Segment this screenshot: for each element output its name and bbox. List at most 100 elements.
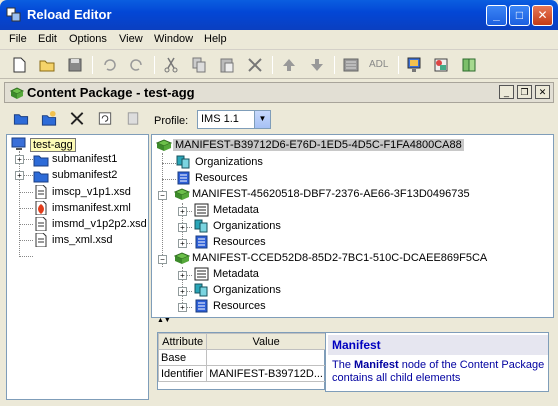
expand-toggle[interactable]: + [178, 287, 187, 296]
profile-bar: Profile: IMS 1.1 ▼ [151, 104, 554, 134]
tree-item-resources[interactable]: Resources [194, 235, 314, 251]
table-row[interactable]: Identifier MANIFEST-B39712D... [157, 365, 326, 382]
folder-icon [33, 155, 49, 167]
tree-item-resources[interactable]: Resources [176, 171, 296, 187]
expand-toggle[interactable]: + [178, 207, 187, 216]
properties-icon[interactable] [124, 110, 142, 127]
tree-item-organizations[interactable]: Organizations [176, 155, 296, 171]
resources-icon [177, 171, 190, 185]
package-green-icon [9, 87, 25, 99]
list-item[interactable]: ims_xml.xsd [33, 233, 148, 249]
pane-close-button[interactable]: ✕ [535, 85, 550, 99]
list-item[interactable]: imsmanifest.xml [33, 201, 148, 217]
organizations-icon [176, 155, 190, 169]
save-icon[interactable] [66, 56, 84, 74]
menu-view[interactable]: View [119, 33, 143, 45]
main-toolbar: ADL [0, 51, 558, 79]
menu-window[interactable]: Window [154, 33, 193, 45]
minimize-button[interactable]: _ [486, 5, 507, 26]
open-folder-icon[interactable] [12, 110, 30, 127]
expand-toggle[interactable]: + [15, 155, 24, 164]
new-folder-icon[interactable] [40, 110, 58, 127]
maximize-button[interactable]: □ [509, 5, 530, 26]
column-header-attribute[interactable]: Attribute [157, 333, 208, 350]
list-item[interactable]: imsmd_v1p2p2.xsd [33, 217, 148, 233]
splitter-arrows-icon[interactable]: ▲▼ [157, 317, 171, 324]
xsd-file-icon [35, 185, 47, 199]
profile-value: IMS 1.1 [201, 113, 239, 125]
content-package-title: Content Package - test-agg [27, 85, 195, 100]
cut-icon[interactable] [162, 56, 180, 74]
value-cell[interactable]: MANIFEST-B39712D... [206, 365, 326, 382]
folder-icon [33, 171, 49, 183]
menu-file[interactable]: File [9, 33, 27, 45]
xsd-file-icon [35, 217, 47, 231]
menu-options[interactable]: Options [69, 33, 107, 45]
expand-toggle[interactable]: + [15, 171, 24, 180]
submanifest-2[interactable]: MANIFEST-CCED52D8-85D2-7BC1-510C-DCAEE86… [174, 251, 494, 267]
undo-icon[interactable] [100, 56, 118, 74]
manifest-root[interactable]: MANIFEST-B39712D6-E76D-1ED5-4D5C-F1FA480… [156, 138, 464, 154]
move-down-icon[interactable] [308, 56, 326, 74]
tree-item-metadata[interactable]: Metadata [194, 267, 314, 283]
book-icon[interactable] [460, 56, 478, 74]
organizations-icon [194, 219, 208, 233]
help-panel: Manifest The Manifest node of the Conten… [325, 332, 549, 392]
list-item[interactable]: submanifest2 [33, 168, 143, 184]
manifest-pane: Profile: IMS 1.1 ▼ MANIFEST-B39712D6-E76… [151, 104, 554, 398]
close-button[interactable]: ✕ [532, 5, 553, 26]
xml-file-icon [35, 201, 47, 215]
tree-item-organizations[interactable]: Organizations [194, 219, 314, 235]
move-up-icon[interactable] [280, 56, 298, 74]
tree-item-metadata[interactable]: Metadata [194, 203, 314, 219]
profile-select[interactable]: IMS 1.1 ▼ [197, 110, 271, 129]
expand-toggle[interactable]: + [178, 271, 187, 280]
expand-toggle[interactable]: + [178, 239, 187, 248]
paste-icon[interactable] [218, 56, 236, 74]
properties-table: Attribute Value Base Identifier MANIFEST… [157, 332, 326, 390]
metadata-icon [194, 267, 209, 281]
attribute-cell: Identifier [157, 365, 208, 382]
package-icon[interactable] [432, 56, 450, 74]
preview-icon[interactable] [406, 56, 424, 74]
resources-icon [195, 299, 208, 313]
expand-toggle[interactable]: + [178, 223, 187, 232]
metadata-icon[interactable] [342, 56, 360, 74]
submanifest-1[interactable]: MANIFEST-45620518-DBF7-2376-AE66-3F13D04… [174, 187, 494, 203]
adl-button[interactable]: ADL [369, 59, 388, 70]
refresh-icon[interactable] [96, 110, 114, 127]
list-item[interactable]: submanifest1 [33, 152, 143, 168]
tree-root-test-agg[interactable]: test-agg [11, 137, 141, 153]
tree-item-organizations[interactable]: Organizations [194, 283, 314, 299]
delete-icon[interactable] [246, 56, 264, 74]
column-header-value[interactable]: Value [206, 333, 326, 350]
organizations-icon [194, 283, 208, 297]
redo-icon[interactable] [128, 56, 146, 74]
open-folder-icon[interactable] [38, 56, 56, 74]
pane-restore-button[interactable]: ❐ [517, 85, 532, 99]
package-green-icon [156, 139, 172, 151]
new-file-icon[interactable] [10, 56, 28, 74]
resources-icon [195, 235, 208, 249]
collapse-toggle[interactable]: − [158, 255, 167, 264]
table-row[interactable]: Base [157, 349, 326, 366]
collapse-toggle[interactable]: − [158, 191, 167, 200]
title-bar: Reload Editor _ □ ✕ [0, 0, 558, 30]
xsd-file-icon [35, 233, 47, 247]
file-tree: test-agg + submanifest1 + submanifest2 i… [6, 134, 149, 400]
pane-minimize-button[interactable]: _ [499, 85, 514, 99]
expand-toggle[interactable]: + [178, 303, 187, 312]
value-cell[interactable] [206, 349, 326, 366]
help-title: Manifest [328, 335, 548, 355]
metadata-icon [194, 203, 209, 217]
splitter-handle[interactable]: ▲▼ [151, 317, 554, 328]
delete-icon[interactable] [68, 110, 86, 127]
chevron-down-icon[interactable]: ▼ [254, 111, 270, 128]
package-green-icon [174, 188, 190, 200]
copy-icon[interactable] [190, 56, 208, 74]
menu-edit[interactable]: Edit [38, 33, 57, 45]
tree-item-resources[interactable]: Resources [194, 299, 314, 315]
menu-help[interactable]: Help [204, 33, 227, 45]
content-package-header: Content Package - test-agg _ ❐ ✕ [4, 82, 554, 103]
list-item[interactable]: imscp_v1p1.xsd [33, 185, 148, 201]
